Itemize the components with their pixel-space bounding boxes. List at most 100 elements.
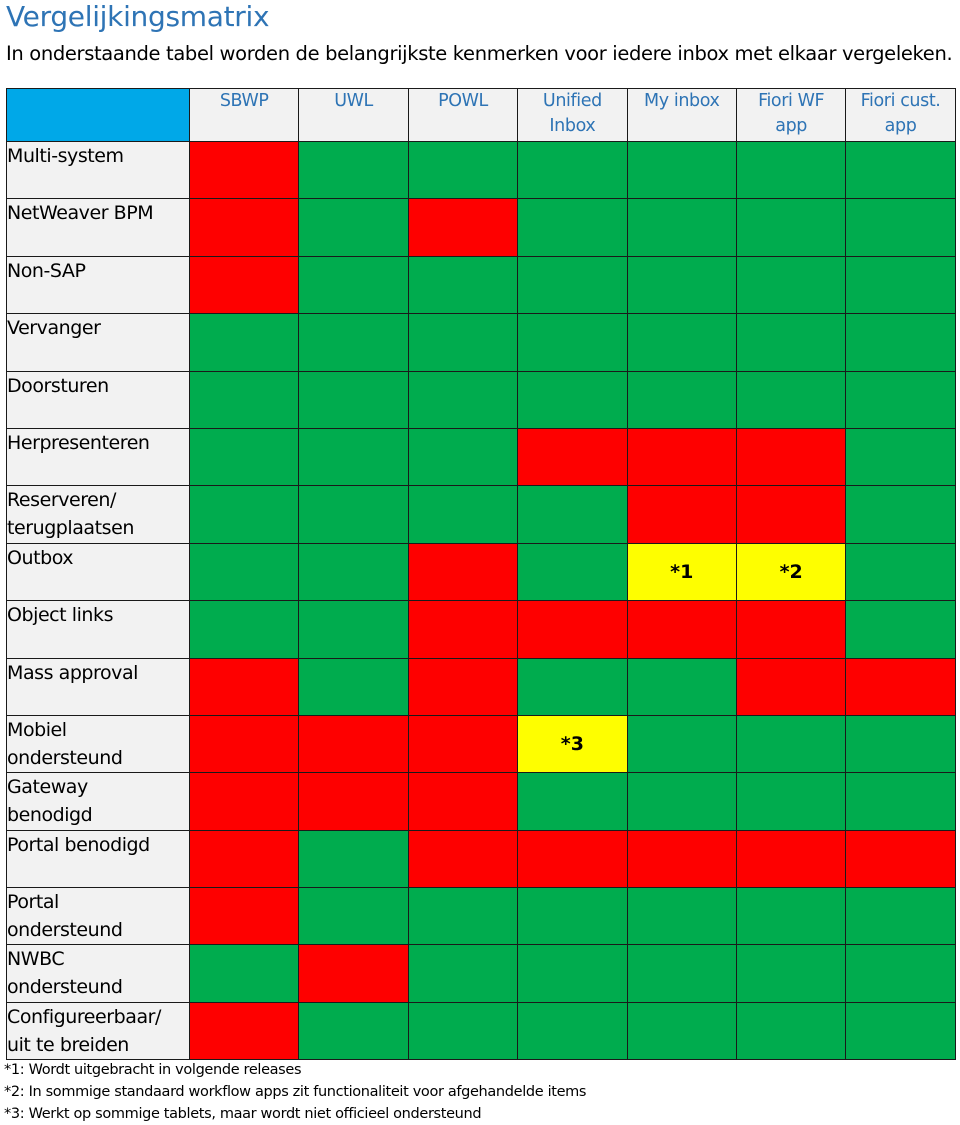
cell-sbwp-supported — [188, 313, 300, 372]
cell-uwl-supported — [298, 485, 409, 544]
cell-unified-inbox-supported — [517, 255, 628, 315]
cell-fiori-wf-app-supported — [735, 772, 847, 831]
cell-uwl-supported — [298, 600, 409, 659]
cell-my-inbox-supported — [626, 714, 737, 774]
row-label: Multi-system — [6, 140, 190, 200]
row-label-line1: Doorsturen — [7, 374, 109, 397]
cell-sbwp-supported — [188, 944, 300, 1003]
footnotes: *1: Wordt uitgebracht in volgende releas… — [4, 1059, 586, 1125]
cell-powl-supported — [407, 427, 519, 487]
row-label-line1: Object links — [7, 604, 114, 627]
column-header-fiori-wf-app: Fiori WF app — [735, 88, 847, 142]
cell-unified-inbox-supported — [517, 772, 628, 831]
cell-fiori-cust-app-supported — [845, 1001, 956, 1061]
cell-uwl-supported — [298, 313, 409, 372]
cell-my-inbox-supported — [626, 657, 737, 716]
cell-my-inbox-not-supported — [626, 427, 737, 487]
cell-uwl-supported — [298, 198, 409, 257]
cell-powl-supported — [407, 887, 519, 946]
row-label-line1: Gateway — [7, 776, 88, 799]
column-header-unified-inbox: Unified Inbox — [517, 88, 628, 142]
cell-powl-not-supported — [407, 772, 519, 831]
cell-unified-inbox-partial: *3 — [517, 714, 628, 774]
cell-uwl-supported — [298, 829, 409, 889]
cell-powl-supported — [407, 140, 519, 200]
matrix-row: Configureerbaar/uit te breiden — [6, 1001, 956, 1061]
cell-fiori-wf-app-supported — [735, 887, 847, 946]
matrix-row: Mobiel ondersteund *3 — [6, 714, 956, 774]
cell-fiori-cust-app-supported — [845, 600, 956, 659]
cell-my-inbox-supported — [626, 140, 737, 200]
column-header-powl: POWL — [407, 88, 519, 142]
matrix-row: Non-SAP — [6, 255, 956, 315]
row-label-line2: uit te breiden — [7, 1033, 129, 1056]
column-header-sbwp: SBWP — [188, 88, 300, 142]
row-label-line1: Herpresenteren — [7, 431, 150, 454]
row-label: Outbox — [6, 542, 190, 602]
cell-my-inbox-supported — [626, 887, 737, 946]
row-label: Configureerbaar/uit te breiden — [6, 1001, 190, 1061]
row-label-line1: Portal — [7, 891, 59, 914]
column-header-line1: Unified — [542, 91, 602, 111]
cell-sbwp-supported — [188, 485, 300, 544]
matrix-row: Outbox *1 *2 — [6, 542, 956, 602]
cell-uwl-supported — [298, 1001, 409, 1061]
row-label: Non-SAP — [6, 255, 190, 315]
cell-powl-not-supported — [407, 600, 519, 659]
column-header-line1: My inbox — [644, 91, 720, 111]
column-header-line1: Fiori cust. — [860, 91, 941, 111]
cell-uwl-supported — [298, 657, 409, 716]
matrix-row: Gateway benodigd — [6, 772, 956, 831]
cell-fiori-wf-app-partial: *2 — [735, 542, 847, 602]
cell-fiori-cust-app-not-supported — [845, 829, 956, 889]
cell-uwl-supported — [298, 542, 409, 602]
page-title: Vergelijkingsmatrix — [6, 0, 270, 33]
cell-sbwp-not-supported — [188, 140, 300, 200]
cell-sbwp-not-supported — [188, 714, 300, 774]
cell-unified-inbox-not-supported — [517, 600, 628, 659]
row-label: Mass approval — [6, 657, 190, 716]
matrix-row: Herpresenteren — [6, 427, 956, 487]
cell-fiori-wf-app-supported — [735, 370, 847, 429]
row-label-line1: Configureerbaar/ — [7, 1005, 161, 1028]
cell-uwl-supported — [298, 140, 409, 200]
row-label: Object links — [6, 600, 190, 659]
row-label-line2: ondersteund — [7, 919, 123, 942]
row-label-line2: terugplaatsen — [7, 517, 134, 540]
cell-fiori-cust-app-supported — [845, 370, 956, 429]
cell-sbwp-not-supported — [188, 887, 300, 946]
cell-fiori-wf-app-supported — [735, 313, 847, 372]
column-header-line2: Inbox — [549, 116, 596, 136]
row-label: Doorsturen — [6, 370, 190, 429]
row-label-line1: Reserveren/ — [7, 489, 116, 512]
matrix-row: Object links — [6, 600, 956, 659]
cell-powl-supported — [407, 944, 519, 1003]
cell-fiori-cust-app-supported — [845, 887, 956, 946]
cell-uwl-not-supported — [298, 772, 409, 831]
row-label: NWBC ondersteund — [6, 944, 190, 1003]
cell-my-inbox-supported — [626, 772, 737, 831]
cell-sbwp-supported — [188, 370, 300, 429]
cell-fiori-wf-app-not-supported — [735, 657, 847, 716]
cell-unified-inbox-supported — [517, 657, 628, 716]
cell-sbwp-not-supported — [188, 657, 300, 716]
row-label: Gateway benodigd — [6, 772, 190, 831]
cell-unified-inbox-supported — [517, 944, 628, 1003]
cell-fiori-cust-app-supported — [845, 313, 956, 372]
column-header-fiori-cust-app: Fiori cust. app — [845, 88, 956, 142]
row-label: Mobiel ondersteund — [6, 714, 190, 774]
column-header-line1: POWL — [438, 91, 488, 111]
row-label-line1: Mass approval — [7, 661, 138, 684]
intro-text: In onderstaande tabel worden de belangri… — [6, 42, 953, 65]
cell-fiori-wf-app-supported — [735, 714, 847, 774]
cell-powl-not-supported — [407, 714, 519, 774]
cell-sbwp-supported — [188, 427, 300, 487]
cell-my-inbox-not-supported — [626, 485, 737, 544]
column-header-line1: SBWP — [219, 91, 269, 111]
cell-fiori-cust-app-supported — [845, 198, 956, 257]
matrix-row: Portal benodigd — [6, 829, 956, 889]
matrix-row: Doorsturen — [6, 370, 956, 429]
cell-unified-inbox-supported — [517, 1001, 628, 1061]
cell-fiori-cust-app-not-supported — [845, 657, 956, 716]
cell-sbwp-not-supported — [188, 1001, 300, 1061]
